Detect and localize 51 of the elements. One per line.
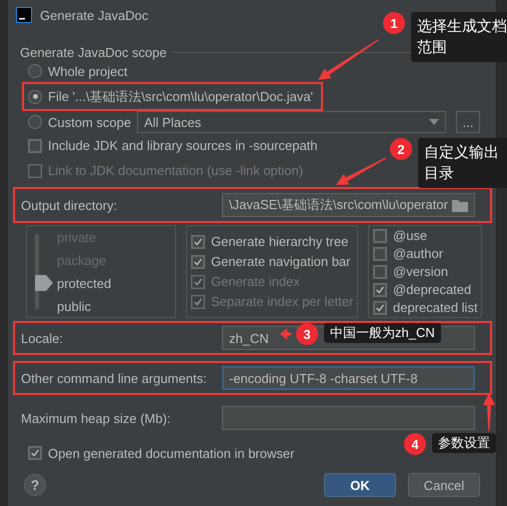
- radio-label[interactable]: Whole project: [48, 64, 128, 78]
- visibility-label[interactable]: public: [57, 298, 91, 314]
- radio-button[interactable]: [28, 64, 42, 78]
- radio-button[interactable]: [28, 90, 42, 104]
- checkbox[interactable]: [373, 264, 387, 278]
- section-title: Generate JavaDoc scope: [20, 44, 167, 60]
- arrow: [280, 328, 292, 340]
- checkbox[interactable]: [28, 446, 42, 460]
- help-button[interactable]: ?: [24, 474, 46, 496]
- input-field[interactable]: -encoding UTF-8 -charset UTF-8: [222, 366, 475, 390]
- visibility-label[interactable]: protected: [57, 276, 112, 290]
- checkbox-label[interactable]: Include JDK and library sources in -sourcepath: [48, 138, 318, 153]
- field-label: Output directory:: [21, 198, 118, 212]
- checkbox-label[interactable]: Generate navigation bar: [211, 254, 350, 269]
- checkbox[interactable]: [373, 300, 387, 314]
- arrow: [336, 158, 386, 185]
- field-label: Other command line arguments:: [21, 370, 208, 386]
- caret-icon[interactable]: [429, 119, 440, 125]
- checkbox-label[interactable]: Generate hierarchy tree: [211, 234, 348, 249]
- ok-button[interactable]: OK: [324, 473, 396, 497]
- callout-note: 选择生成文档范围: [411, 12, 507, 62]
- checkbox-label[interactable]: @use: [393, 228, 428, 243]
- browse-button[interactable]: ...: [456, 111, 480, 133]
- folder-icon[interactable]: [452, 198, 468, 212]
- radio-label[interactable]: File '...\基础语法\src\com\lu\operator\Doc.java': [48, 88, 314, 106]
- arrow: [318, 40, 378, 80]
- checkbox[interactable]: [28, 138, 42, 152]
- cancel-button[interactable]: Cancel: [408, 473, 480, 497]
- checkbox[interactable]: [373, 228, 387, 242]
- radio-label[interactable]: Custom scope: [48, 114, 132, 130]
- callout-note: 中国一般为zh_CN: [324, 323, 441, 343]
- window-title: Generate JavaDoc: [40, 8, 148, 22]
- checkbox[interactable]: [373, 282, 387, 296]
- checkbox-label[interactable]: @author: [393, 246, 444, 261]
- slider-thumb[interactable]: [35, 275, 53, 291]
- input-field[interactable]: [222, 406, 475, 430]
- checkbox[interactable]: [373, 246, 387, 260]
- checkbox-label[interactable]: deprecated list: [393, 300, 478, 315]
- field-label: Maximum heap size (Mb):: [21, 410, 172, 426]
- radio-button[interactable]: [28, 115, 42, 129]
- checkbox-label[interactable]: @version: [393, 264, 448, 279]
- input-field[interactable]: \JavaSE\基础语法\src\com\lu\operator: [222, 193, 475, 217]
- scope-dropdown[interactable]: All Places: [137, 111, 446, 133]
- app-icon: [16, 7, 32, 23]
- checkbox-label[interactable]: @deprecated: [393, 282, 472, 297]
- checkbox-label[interactable]: Open generated documentation in browser: [48, 446, 294, 460]
- field-label: Locale:: [21, 330, 64, 346]
- checkbox[interactable]: [191, 254, 205, 268]
- callout-note: 自定义输出目录: [418, 138, 507, 188]
- checkbox[interactable]: [191, 234, 205, 248]
- callout-note: 参数设置: [432, 433, 496, 453]
